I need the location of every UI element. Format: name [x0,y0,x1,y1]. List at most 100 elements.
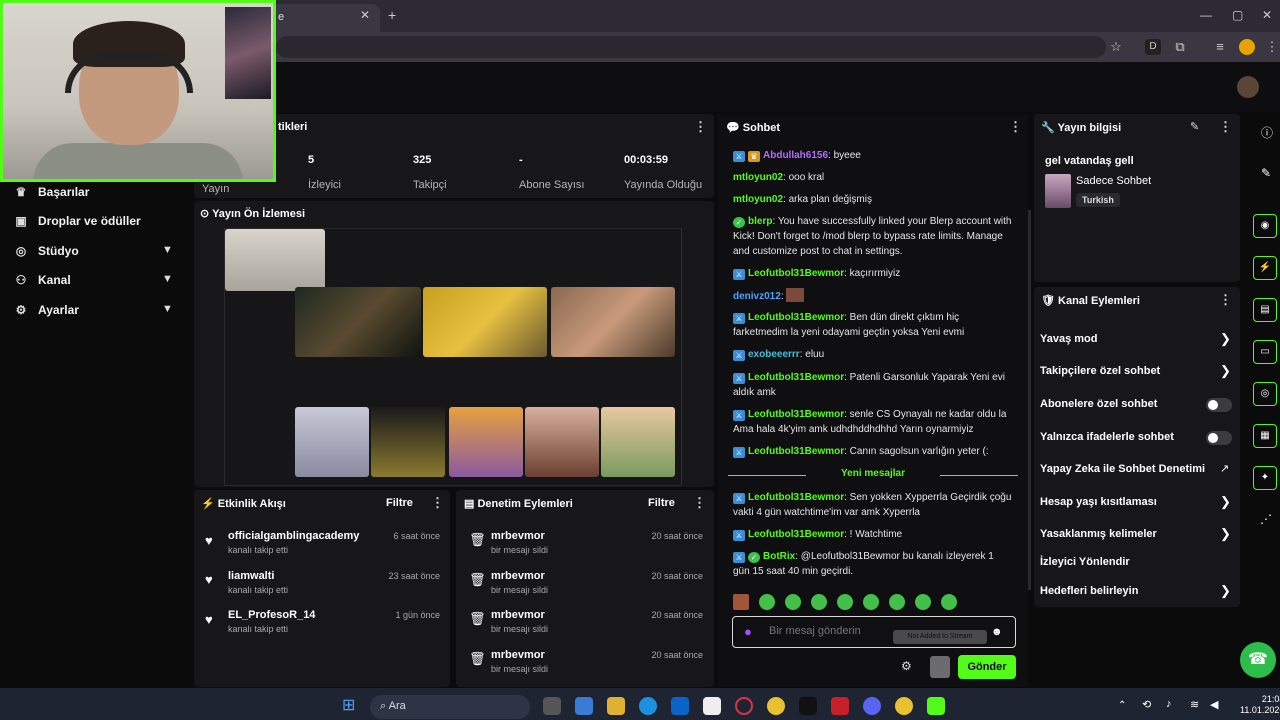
stream-preview[interactable] [224,228,682,486]
mod-username[interactable]: mrbevmor [491,530,545,542]
sidebar-item-achievements[interactable]: ♛ Başarılar [14,182,90,202]
followers-only-item[interactable]: Takipçilere özel sohbet [1040,365,1160,377]
chat-icon[interactable]: ▭ [1253,340,1277,364]
emoji-icon[interactable]: ☻ [991,626,1003,638]
chat-username[interactable]: Leofutbol31Bewmor [748,529,844,540]
sidebar-item-channel[interactable]: ⚇ Kanal [14,270,71,290]
taskbar-search[interactable]: ⌕ Ara [370,695,530,719]
share-icon[interactable]: ⋰ [1260,512,1272,526]
help-chat-icon[interactable]: ☎ [1240,642,1276,678]
emote-button[interactable] [889,594,905,610]
chat-username[interactable]: denivz012 [733,291,781,302]
emote-button[interactable] [811,594,827,610]
new-tab-icon[interactable]: + [388,7,396,23]
chat-username[interactable]: Leofutbol31Bewmor [748,372,844,383]
emote-button[interactable] [915,594,931,610]
chat-username[interactable]: mtloyun02 [733,194,783,205]
mod-username[interactable]: mrbevmor [491,649,545,661]
app-icon[interactable] [831,697,849,715]
more-options-icon[interactable]: ⋮ [694,119,707,135]
emote-button[interactable] [941,594,957,610]
pencil-icon[interactable]: ✎ [1261,166,1271,180]
task-view-icon[interactable] [543,697,561,715]
sidebar-item-studio[interactable]: ◎ Stüdyo [14,241,79,261]
chat-username[interactable]: exobeeerrr [748,349,800,360]
user-avatar[interactable] [1237,76,1259,98]
layout-icon[interactable]: ▦ [1253,424,1277,448]
sidebar-item-settings[interactable]: ⚙ Ayarlar [14,300,79,320]
chat-username[interactable]: Abdullah6156 [763,150,828,161]
windows-start-icon[interactable]: ⊞ [342,697,360,715]
feed-username[interactable]: EL_ProfesoR_14 [228,609,315,621]
more-options-icon[interactable]: ⋮ [1219,292,1232,308]
ai-moderation-item[interactable]: Yapay Zeka ile Sohbet Denetimi [1040,463,1205,475]
volume-icon[interactable]: ◀ [1210,698,1218,711]
browser-profile-avatar[interactable] [1239,39,1255,55]
extension-d-icon[interactable]: D [1145,39,1161,55]
info-icon[interactable]: ⓘ [1261,124,1273,141]
chrome-icon[interactable] [895,697,913,715]
lightning-icon[interactable]: ⚡ [1253,256,1277,280]
outlook-icon[interactable] [671,697,689,715]
bookmark-star-icon[interactable]: ☆ [1108,39,1124,55]
emote-button[interactable] [733,594,749,610]
stream-thumbnail-button[interactable] [930,656,950,678]
microphone-icon[interactable]: ● [744,624,758,640]
more-options-icon[interactable]: ⋮ [431,495,444,511]
window-close-icon[interactable]: ✕ [1262,8,1272,22]
tiktok-icon[interactable] [799,697,817,715]
media-icon[interactable]: ≡ [1212,39,1228,55]
chevron-right-icon[interactable]: ❯ [1220,494,1231,510]
broadcast-icon[interactable]: ◎ [1253,382,1277,406]
chat-username[interactable]: blerp [748,216,772,227]
store-icon[interactable] [703,697,721,715]
copilot-icon[interactable] [575,697,593,715]
emote-only-toggle[interactable] [1206,431,1232,445]
chat-scrollbar[interactable] [1028,210,1031,590]
category-name[interactable]: Sadece Sohbet [1076,175,1151,187]
edge-icon[interactable] [639,697,657,715]
subscribers-only-toggle[interactable] [1206,398,1232,412]
chrome-icon[interactable] [767,697,785,715]
wrench-icon[interactable]: ✦ [1253,466,1277,490]
emote-button[interactable] [759,594,775,610]
mic-icon[interactable]: ♪ [1166,698,1172,710]
chat-username[interactable]: Leofutbol31Bewmor [748,409,844,420]
maximize-icon[interactable]: ▢ [1232,8,1243,22]
sidebar-item-drops[interactable]: ▣ Droplar ve ödüller [14,211,140,231]
banned-words-item[interactable]: Yasaklanmış kelimeler [1040,528,1157,540]
chat-username[interactable]: Leofutbol31Bewmor [748,268,844,279]
mod-username[interactable]: mrbevmor [491,609,545,621]
emote-button[interactable] [837,594,853,610]
send-button[interactable]: Gönder [958,655,1016,679]
chat-settings-icon[interactable]: ⚙ [901,659,912,673]
raid-item[interactable]: İzleyici Yönlendir [1040,556,1130,568]
file-explorer-icon[interactable] [607,697,625,715]
taskbar-clock[interactable]: 21:0811.01.2026 [1240,694,1280,716]
tab-close-icon[interactable]: ✕ [360,8,370,22]
document-icon[interactable]: ▤ [1253,298,1277,322]
account-age-item[interactable]: Hesap yaşı kısıtlaması [1040,496,1157,508]
mod-username[interactable]: mrbevmor [491,570,545,582]
activity-filter-button[interactable]: Filtre [386,497,413,509]
chat-username[interactable]: mtloyun02 [733,172,783,183]
chevron-down-icon[interactable]: ▼ [162,273,173,285]
slow-mode-item[interactable]: Yavaş mod [1040,333,1097,345]
chevron-right-icon[interactable]: ❯ [1220,526,1231,542]
chat-username[interactable]: Leofutbol31Bewmor [748,312,844,323]
chat-username[interactable]: Leofutbol31Bewmor [748,492,844,503]
chevron-right-icon[interactable]: ❯ [1220,583,1231,599]
chevron-right-icon[interactable]: ❯ [1220,331,1231,347]
browser-menu-icon[interactable]: ⋮ [1264,39,1280,55]
discord-icon[interactable] [863,697,881,715]
network-icon[interactable]: ⟲ [1142,698,1151,711]
opera-icon[interactable] [735,697,753,715]
more-options-icon[interactable]: ⋮ [1219,119,1232,135]
kick-icon[interactable] [927,697,945,715]
more-options-icon[interactable]: ⋮ [1009,119,1022,135]
chat-username[interactable]: BotRix [763,551,795,562]
minimize-icon[interactable]: — [1200,8,1212,22]
chevron-right-icon[interactable]: ❯ [1220,363,1231,379]
camera-icon[interactable]: ◉ [1253,214,1277,238]
chevron-down-icon[interactable]: ▼ [162,303,173,315]
